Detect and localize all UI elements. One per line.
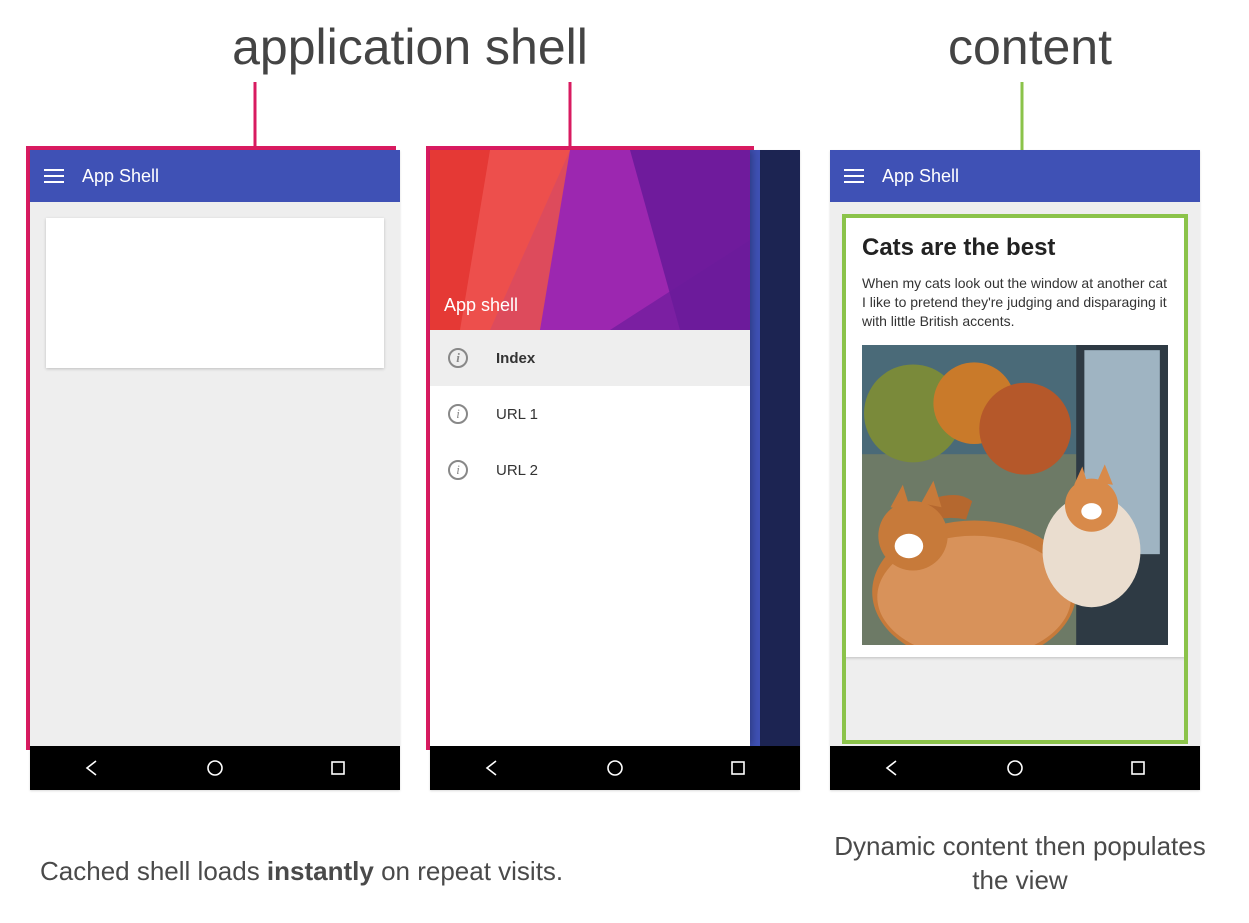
- empty-content-card: [46, 218, 384, 368]
- content-card: Cats are the best When my cats look out …: [844, 216, 1186, 657]
- drawer-item-label: URL 2: [496, 462, 538, 479]
- content-card-title: Cats are the best: [862, 234, 1168, 262]
- appbar: App Shell: [830, 150, 1200, 202]
- caption-left: Cached shell loads instantly on repeat v…: [30, 855, 800, 889]
- phone-shell-drawer: App shell i Index i URL 1 i URL 2: [430, 150, 800, 790]
- drawer-header-title: App shell: [444, 295, 518, 316]
- nav-back-icon[interactable]: [883, 759, 901, 777]
- drawer-item-label: Index: [496, 350, 535, 367]
- phone-content: App Shell Cats are the best When my cats…: [830, 150, 1200, 790]
- appbar-title: App Shell: [82, 166, 159, 187]
- nav-back-icon[interactable]: [83, 759, 101, 777]
- caption-left-suffix: on repeat visits.: [374, 856, 563, 886]
- hamburger-icon[interactable]: [44, 169, 64, 183]
- nav-recent-icon[interactable]: [1129, 759, 1147, 777]
- caption-left-bold: instantly: [267, 856, 374, 886]
- info-icon: i: [448, 404, 468, 424]
- drawer-item-url1[interactable]: i URL 1: [430, 386, 750, 442]
- content-card-body: When my cats look out the window at anot…: [862, 274, 1168, 331]
- drawer-item-label: URL 1: [496, 406, 538, 423]
- drawer-item-index[interactable]: i Index: [430, 330, 750, 386]
- nav-back-icon[interactable]: [483, 759, 501, 777]
- android-navbar: [830, 746, 1200, 790]
- label-content: content: [910, 18, 1150, 76]
- nav-home-icon[interactable]: [606, 759, 624, 777]
- nav-home-icon[interactable]: [1006, 759, 1024, 777]
- caption-right: Dynamic content then populates the view: [830, 830, 1210, 898]
- nav-recent-icon[interactable]: [729, 759, 747, 777]
- android-navbar: [430, 746, 800, 790]
- hamburger-icon[interactable]: [844, 169, 864, 183]
- android-navbar: [30, 746, 400, 790]
- info-icon: i: [448, 348, 468, 368]
- appbar-title: App Shell: [882, 166, 959, 187]
- nav-home-icon[interactable]: [206, 759, 224, 777]
- caption-left-prefix: Cached shell loads: [40, 856, 267, 886]
- drawer-list: i Index i URL 1 i URL 2: [430, 330, 750, 746]
- drawer-header: App shell: [430, 150, 750, 330]
- label-application-shell: application shell: [200, 18, 620, 76]
- drawer-item-url2[interactable]: i URL 2: [430, 442, 750, 498]
- content-card-image: [862, 345, 1168, 645]
- scrim-strip: [760, 150, 800, 746]
- phone-shell-empty: App Shell: [30, 150, 400, 790]
- info-icon: i: [448, 460, 468, 480]
- appbar: App Shell: [30, 150, 400, 202]
- navigation-drawer: App shell i Index i URL 1 i URL 2: [430, 150, 750, 746]
- nav-recent-icon[interactable]: [329, 759, 347, 777]
